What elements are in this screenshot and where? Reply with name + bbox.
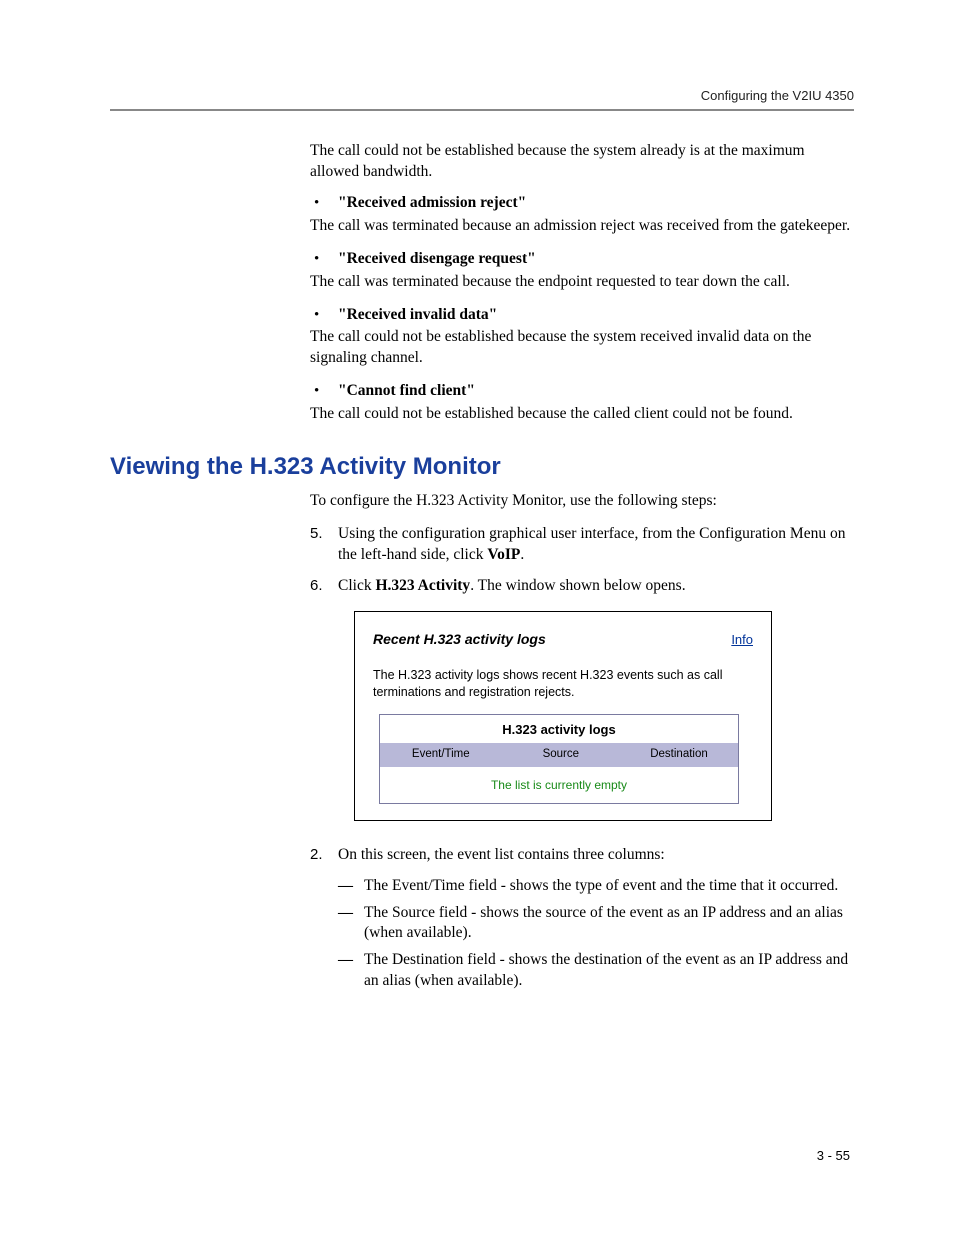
step-text-pre: Click xyxy=(338,577,375,594)
sub-text: The Destination field - shows the destin… xyxy=(364,950,854,992)
step-text-post: . The window shown below opens. xyxy=(470,577,685,594)
body-column: The call could not be established becaus… xyxy=(310,141,854,425)
dash-icon: — xyxy=(338,950,364,992)
sub-item: — The Destination field - shows the dest… xyxy=(338,950,854,992)
bullet-icon: • xyxy=(310,305,338,326)
bullet-item: • "Received admission reject" xyxy=(310,193,854,214)
step-list: 5. Using the configuration graphical use… xyxy=(310,524,854,597)
sub-item: — The Source field - shows the source of… xyxy=(338,903,854,945)
bullet-item: • "Received invalid data" xyxy=(310,305,854,326)
dash-icon: — xyxy=(338,876,364,897)
table-empty-text: The list is currently empty xyxy=(380,767,739,804)
bullet-icon: • xyxy=(310,193,338,214)
col-source: Source xyxy=(502,743,620,767)
step-text: On this screen, the event list contains … xyxy=(338,845,854,866)
step-marker: 5. xyxy=(310,524,338,566)
activity-panel: Recent H.323 activity logs Info The H.32… xyxy=(354,611,772,821)
section-heading: Viewing the H.323 Activity Monitor xyxy=(110,453,854,481)
sub-item: — The Event/Time field - shows the type … xyxy=(338,876,854,897)
bullet-description: The call was terminated because the endp… xyxy=(310,272,854,293)
step-list-continued: 2. On this screen, the event list contai… xyxy=(310,845,854,866)
header-rule xyxy=(110,109,854,111)
document-page: Configuring the V2IU 4350 The call could… xyxy=(0,0,954,1235)
step-text: Using the configuration graphical user i… xyxy=(338,524,854,566)
step-marker: 2. xyxy=(310,845,338,866)
panel-description: The H.323 activity logs shows recent H.3… xyxy=(373,667,753,701)
step-item: 5. Using the configuration graphical use… xyxy=(310,524,854,566)
bullet-description: The call was terminated because an admis… xyxy=(310,216,854,237)
step-text-post: . xyxy=(520,546,524,563)
step-text: Click H.323 Activity. The window shown b… xyxy=(338,576,854,597)
dash-icon: — xyxy=(338,903,364,945)
table-empty-row: The list is currently empty xyxy=(380,767,739,804)
col-destination: Destination xyxy=(620,743,738,767)
page-number: 3 - 55 xyxy=(817,1148,850,1163)
bullet-label: "Received admission reject" xyxy=(338,193,526,214)
running-header: Configuring the V2IU 4350 xyxy=(110,88,854,103)
bullet-description: The call could not be established becaus… xyxy=(310,327,854,369)
step-bold: VoIP xyxy=(487,546,520,563)
step-text-pre: Using the configuration graphical user i… xyxy=(338,525,845,563)
panel-title: Recent H.323 activity logs xyxy=(373,630,546,649)
bullet-label: "Cannot find client" xyxy=(338,381,475,402)
step-item: 6. Click H.323 Activity. The window show… xyxy=(310,576,854,597)
bullet-description: The call could not be established becaus… xyxy=(310,404,854,425)
section-intro: To configure the H.323 Activity Monitor,… xyxy=(310,491,854,512)
bullet-icon: • xyxy=(310,381,338,402)
step-marker: 6. xyxy=(310,576,338,597)
sub-text: The Source field - shows the source of t… xyxy=(364,903,854,945)
table-caption: H.323 activity logs xyxy=(380,715,739,743)
bullet-label: "Received invalid data" xyxy=(338,305,497,326)
col-event-time: Event/Time xyxy=(380,743,502,767)
step-bold: H.323 Activity xyxy=(375,577,470,594)
table-header-row: Event/Time Source Destination xyxy=(380,743,739,767)
section-body: To configure the H.323 Activity Monitor,… xyxy=(310,491,854,992)
bullet-icon: • xyxy=(310,249,338,270)
activity-table: H.323 activity logs Event/Time Source De… xyxy=(379,714,739,803)
bullet-label: "Received disengage request" xyxy=(338,249,536,270)
panel-header-row: Recent H.323 activity logs Info xyxy=(373,630,753,649)
step-item: 2. On this screen, the event list contai… xyxy=(310,845,854,866)
info-link[interactable]: Info xyxy=(731,631,753,649)
bullet-item: • "Received disengage request" xyxy=(310,249,854,270)
sub-text: The Event/Time field - shows the type of… xyxy=(364,876,854,897)
figure-panel: Recent H.323 activity logs Info The H.32… xyxy=(354,611,854,821)
bullet-item: • "Cannot find client" xyxy=(310,381,854,402)
intro-paragraph: The call could not be established becaus… xyxy=(310,141,854,183)
